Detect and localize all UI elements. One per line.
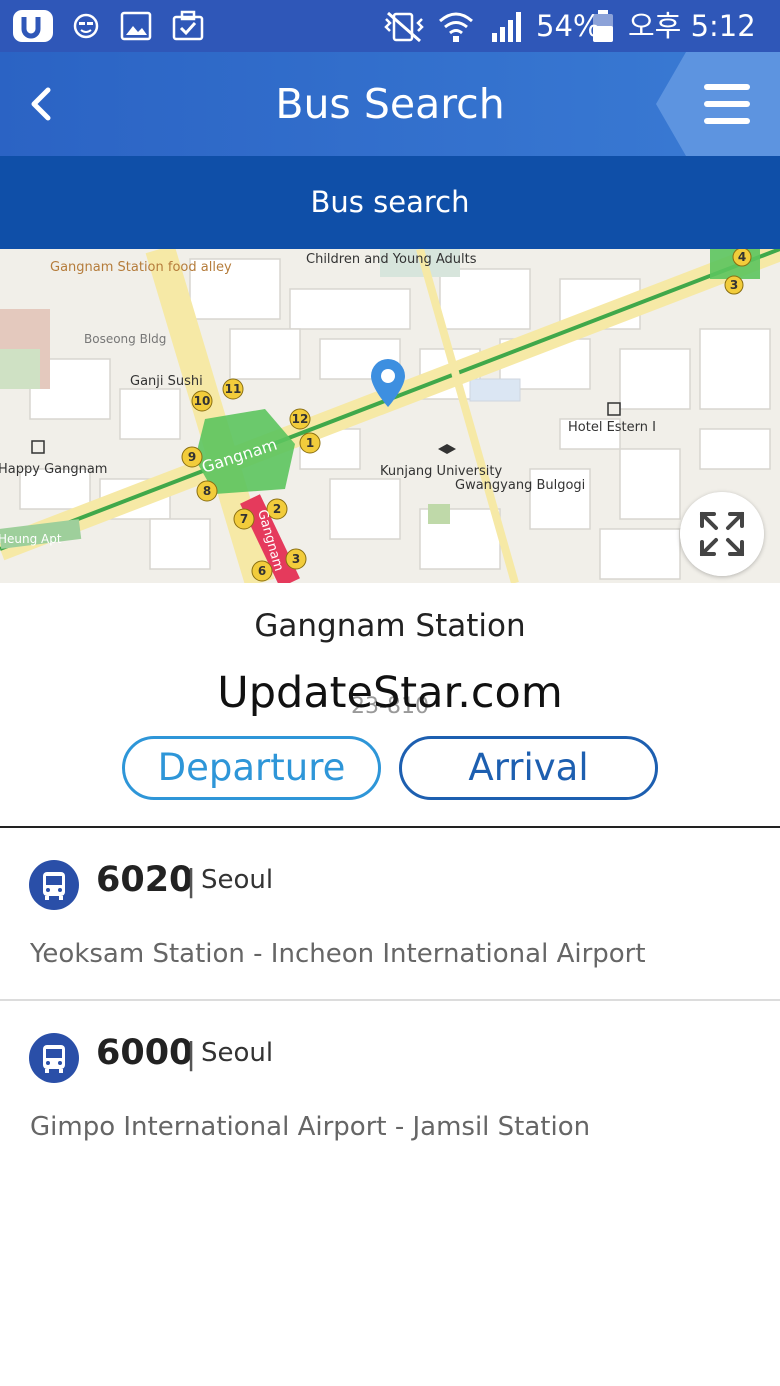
exit-2: 2 bbox=[273, 502, 281, 516]
vibrate-mute-icon bbox=[384, 11, 424, 43]
separator: | bbox=[186, 864, 197, 899]
clock: 오후 5:12 bbox=[628, 9, 756, 43]
route-number: 6000 bbox=[96, 1033, 194, 1073]
station-name: Gangnam Station bbox=[254, 608, 526, 644]
app-u-icon bbox=[13, 10, 53, 42]
exit-7: 7 bbox=[240, 512, 248, 526]
app-header: Bus Search bbox=[0, 52, 780, 156]
map-label-gwangyang: Gwangyang Bulgogi bbox=[455, 478, 585, 493]
map-label-happy: Happy Gangnam bbox=[0, 462, 107, 477]
battery-icon bbox=[593, 10, 613, 42]
route-list-item[interactable]: 6020 | Seoul Yeoksam Station - Incheon I… bbox=[0, 828, 780, 1000]
bus-icon bbox=[29, 860, 79, 910]
map-label-heung: Heung Apt bbox=[0, 532, 62, 546]
exit-12: 12 bbox=[292, 412, 309, 426]
status-bar: 54% 오후 5:12 bbox=[0, 0, 780, 52]
menu-button[interactable] bbox=[656, 52, 780, 156]
sub-header-bus-search: Bus search bbox=[0, 156, 780, 249]
exit-4: 4 bbox=[738, 250, 746, 264]
route-path: Gimpo International Airport - Jamsil Sta… bbox=[30, 1112, 591, 1142]
map-canvas[interactable]: 1 2 3 6 7 8 9 10 11 12 3 4 Gangnam Stati… bbox=[0, 249, 780, 583]
emoji-face-icon bbox=[73, 13, 99, 39]
watermark-text: UpdateStar.com bbox=[217, 668, 563, 718]
map-label-ganji: Ganji Sushi bbox=[130, 374, 203, 389]
exit-8: 8 bbox=[203, 484, 211, 498]
exit-3b: 3 bbox=[730, 278, 738, 292]
exit-11: 11 bbox=[225, 382, 242, 396]
exit-10: 10 bbox=[194, 394, 211, 408]
exit-1: 1 bbox=[306, 436, 314, 450]
map-label-food-alley: Gangnam Station food alley bbox=[50, 260, 232, 275]
bus-icon bbox=[29, 1033, 79, 1083]
map-label-kunjang: Kunjang University bbox=[380, 464, 502, 479]
separator: | bbox=[186, 1037, 197, 1072]
route-region: Seoul bbox=[201, 865, 274, 895]
back-arrow-icon[interactable] bbox=[20, 82, 64, 126]
route-list-item[interactable]: 6000 | Seoul Gimpo International Airport… bbox=[0, 1001, 780, 1173]
map-label-hotel: Hotel Estern I bbox=[568, 420, 656, 435]
task-icon bbox=[172, 10, 204, 41]
map-view[interactable]: 1 2 3 6 7 8 9 10 11 12 3 4 Gangnam Stati… bbox=[0, 249, 780, 583]
arrival-button[interactable]: Arrival bbox=[399, 736, 658, 800]
wifi-icon bbox=[439, 12, 473, 42]
route-number: 6020 bbox=[96, 860, 194, 900]
gallery-icon bbox=[120, 11, 152, 41]
route-path: Yeoksam Station - Incheon International … bbox=[30, 939, 646, 969]
signal-icon bbox=[492, 12, 521, 42]
route-region: Seoul bbox=[201, 1038, 274, 1068]
map-label-children: Children and Young Adults bbox=[306, 252, 477, 267]
expand-map-icon[interactable] bbox=[680, 492, 764, 576]
map-label-boseong: Boseong Bldg bbox=[84, 332, 166, 346]
exit-3: 3 bbox=[292, 552, 300, 566]
exit-9: 9 bbox=[188, 450, 196, 464]
departure-button[interactable]: Departure bbox=[122, 736, 381, 800]
exit-6: 6 bbox=[258, 564, 266, 578]
